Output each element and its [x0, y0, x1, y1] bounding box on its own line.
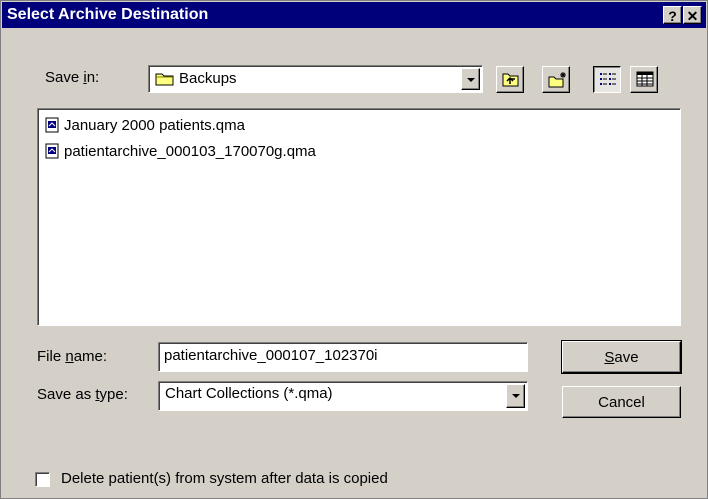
file-name: patientarchive_000103_170070g.qma: [64, 142, 316, 160]
cancel-button[interactable]: Cancel: [562, 386, 681, 418]
file-list[interactable]: January 2000 patients.qma patientarchive…: [37, 108, 681, 326]
file-item[interactable]: patientarchive_000103_170070g.qma: [44, 140, 316, 162]
save-dialog: Select Archive Destination ? ✕ Save in: …: [0, 0, 708, 499]
save-in-value: Backups: [179, 70, 237, 87]
save-in-select[interactable]: Backups: [148, 65, 483, 93]
save-as-type-label: Save as type:: [37, 386, 128, 403]
list-view-icon: [600, 73, 616, 85]
file-name-label: File name:: [37, 348, 108, 365]
qma-file-icon: [45, 117, 59, 133]
save-in-label: Save in:: [45, 69, 100, 86]
save-button[interactable]: Save: [561, 340, 682, 374]
close-button[interactable]: ✕: [683, 6, 702, 24]
folder-icon: [155, 73, 174, 85]
up-one-level-button[interactable]: [496, 66, 524, 93]
details-view-icon: [636, 71, 654, 87]
help-button[interactable]: ?: [663, 6, 682, 24]
list-view-button[interactable]: [593, 66, 621, 93]
dialog-title: Select Archive Destination: [7, 6, 209, 23]
file-item[interactable]: January 2000 patients.qma: [44, 114, 245, 136]
file-name-value: patientarchive_000107_102370i: [164, 347, 378, 364]
save-as-type-select[interactable]: Chart Collections (*.qma): [158, 381, 528, 411]
up-folder-icon: [502, 73, 519, 87]
save-as-type-value: Chart Collections (*.qma): [165, 385, 333, 402]
save-in-dropdown-button[interactable]: [461, 68, 480, 90]
details-view-button[interactable]: [630, 66, 658, 93]
qma-file-icon: [45, 143, 59, 159]
create-new-folder-button[interactable]: [542, 66, 570, 93]
title-bar[interactable]: Select Archive Destination ? ✕: [2, 2, 706, 28]
file-name-input[interactable]: patientarchive_000107_102370i: [158, 342, 528, 372]
delete-patients-label[interactable]: Delete patient(s) from system after data…: [61, 470, 388, 487]
save-as-type-dropdown-button[interactable]: [506, 384, 525, 408]
file-name: January 2000 patients.qma: [64, 116, 245, 134]
new-folder-icon: [548, 72, 566, 88]
delete-patients-checkbox[interactable]: [35, 472, 50, 487]
